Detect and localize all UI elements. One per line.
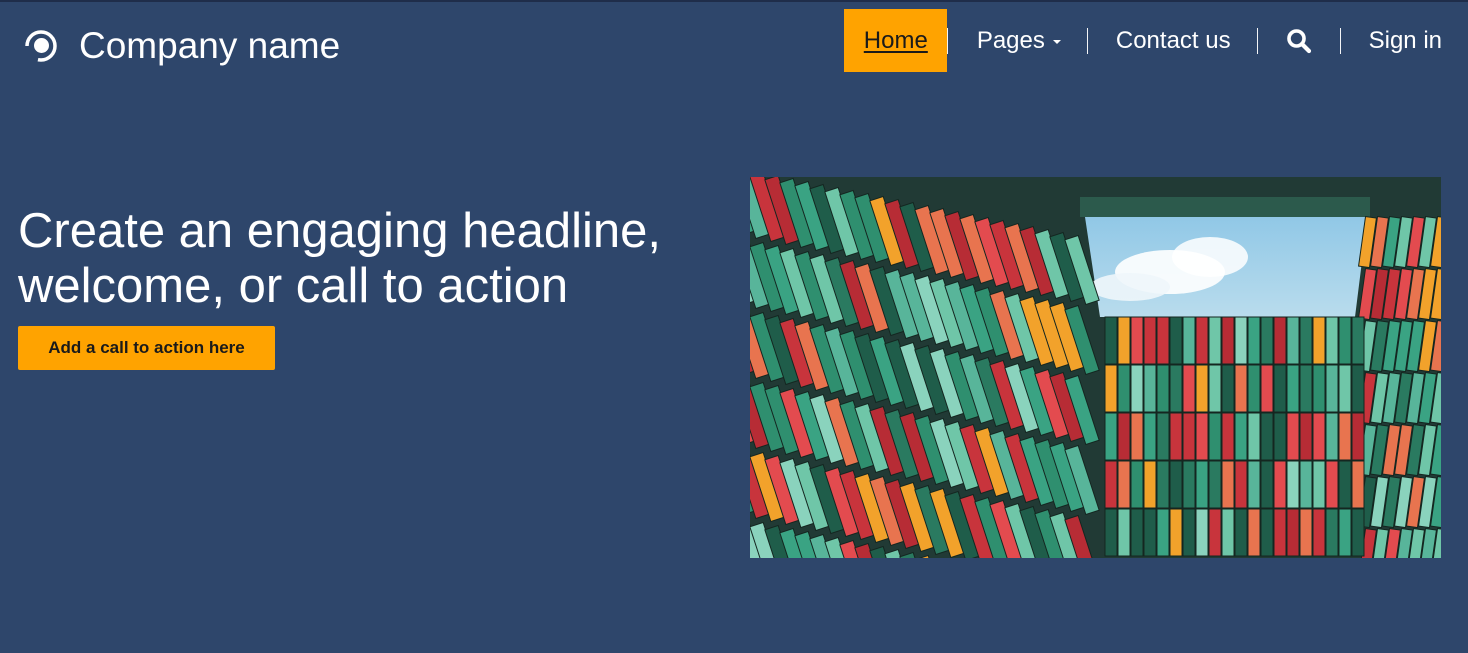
nav-pages-label: Pages	[976, 26, 1045, 54]
nav-divider	[946, 27, 948, 54]
main-nav: Home Pages Contact us Sign in	[843, 9, 1468, 72]
nav-divider	[1256, 27, 1258, 54]
company-logo-icon	[24, 30, 57, 63]
search-icon	[1286, 28, 1311, 53]
nav-divider	[1339, 27, 1341, 54]
nav-divider	[1086, 27, 1088, 54]
chevron-down-icon	[1052, 39, 1061, 44]
nav-home-label: Home	[863, 26, 928, 54]
sign-in-label: Sign in	[1368, 26, 1442, 54]
search-button[interactable]	[1258, 9, 1340, 72]
nav-pages-dropdown[interactable]: Pages	[948, 9, 1087, 72]
hero-headline: Create an engaging headline, welcome, or…	[18, 204, 661, 313]
nav-contact-label: Contact us	[1115, 26, 1231, 54]
company-name: Company name	[79, 25, 341, 66]
nav-contact-link[interactable]: Contact us	[1088, 9, 1257, 72]
sign-in-link[interactable]: Sign in	[1341, 9, 1468, 72]
site-header: Company name Home Pages Contact us Sign …	[0, 2, 1468, 82]
call-to-action-button[interactable]: Add a call to action here	[18, 326, 275, 370]
building-facade-illustration	[750, 177, 1441, 558]
nav-home-link[interactable]: Home	[843, 9, 947, 72]
hero-image	[750, 177, 1441, 558]
brand[interactable]: Company name	[24, 22, 340, 70]
